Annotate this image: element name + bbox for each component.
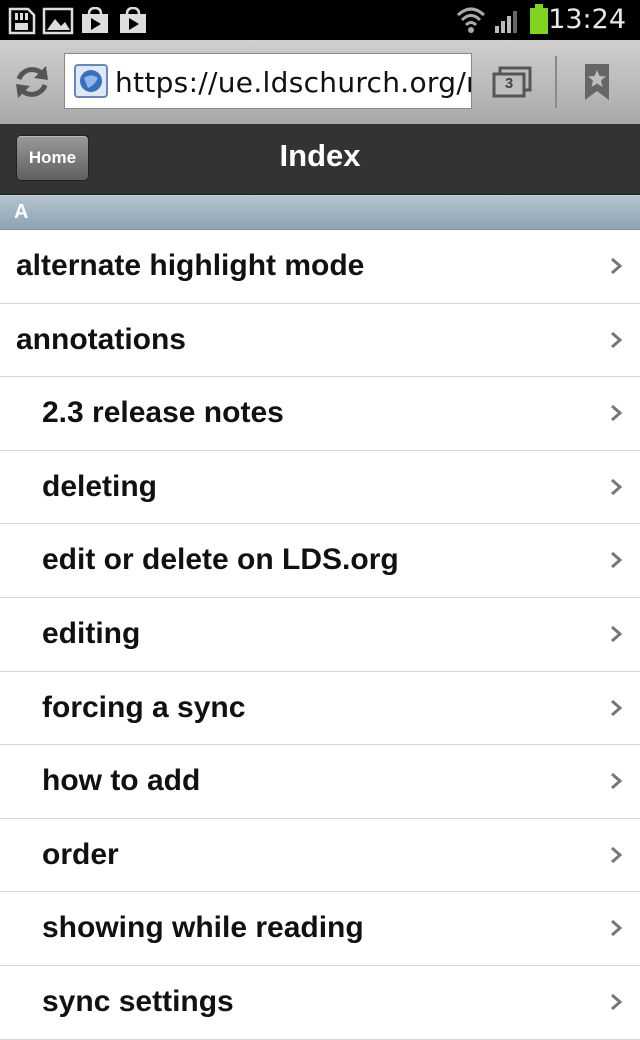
chevron-right-icon [611, 257, 623, 275]
list-item-label: order [42, 837, 119, 871]
play-store-icon [82, 7, 108, 33]
chevron-right-icon [611, 920, 623, 937]
list-item[interactable]: forcing a sync [0, 671, 640, 746]
chevron-right-icon [611, 331, 623, 348]
list-item-label: alternate highlight mode [16, 249, 365, 282]
battery-icon [530, 4, 548, 34]
image-icon [42, 7, 74, 35]
tab-count: 3 [504, 75, 514, 92]
section-header: A [0, 195, 640, 230]
list-item-label: deleting [42, 469, 158, 503]
list-item-label: annotations [16, 322, 186, 356]
list-item[interactable]: deleting [0, 450, 640, 525]
chevron-right-icon [611, 405, 623, 422]
list-item-label: showing while reading [42, 911, 364, 945]
chevron-right-icon [611, 846, 623, 863]
chevron-right-icon [611, 625, 623, 643]
chevron-right-icon [611, 773, 623, 790]
sd-card-icon [8, 7, 36, 35]
page-title: Index [279, 138, 361, 173]
list-item-label: how to add [42, 764, 201, 798]
list-item-label: forcing a sync [42, 690, 246, 724]
status-time: 13:24 [548, 4, 626, 35]
list-item[interactable]: edit or delete on LDS.org [0, 524, 640, 598]
list-item-label: edit or delete on LDS.org [42, 543, 399, 577]
list-item-label: 2.3 release notes [42, 396, 284, 430]
index-list: alternate highlight mode annotations 2.3… [0, 230, 640, 1040]
url-text: https://ue.ldschurch.org/m [115, 66, 472, 99]
signal-icon [495, 11, 517, 33]
chevron-right-icon [611, 552, 623, 569]
browser-toolbar: https://ue.ldschurch.org/m 3 [0, 40, 640, 125]
list-item[interactable]: annotations [0, 303, 640, 378]
list-item[interactable]: showing while reading [0, 892, 640, 966]
status-bar: 13:24 [0, 0, 640, 40]
chevron-right-icon [611, 699, 623, 716]
list-item[interactable]: how to add [0, 745, 640, 819]
list-item[interactable]: alternate highlight mode [0, 230, 640, 304]
list-item-label: editing [42, 616, 141, 650]
chevron-right-icon [611, 478, 623, 495]
list-item-label: sync settings [42, 984, 234, 1018]
bookmark-icon[interactable] [582, 62, 612, 102]
url-bar[interactable]: https://ue.ldschurch.org/m [64, 53, 472, 109]
refresh-icon[interactable] [12, 62, 52, 102]
list-item[interactable]: order [0, 818, 640, 893]
list-item[interactable]: editing [0, 597, 640, 672]
chevron-right-icon [611, 993, 623, 1011]
list-item[interactable]: 2.3 release notes [0, 377, 640, 451]
title-bar: Home Index [0, 124, 640, 195]
section-letter: A [14, 201, 29, 223]
tabs-button[interactable]: 3 [492, 66, 532, 98]
site-favicon [74, 64, 108, 98]
shopping-bag-icon [120, 7, 146, 33]
toolbar-divider [555, 56, 557, 108]
list-item[interactable]: sync settings [0, 965, 640, 1040]
wifi-icon [456, 7, 486, 33]
